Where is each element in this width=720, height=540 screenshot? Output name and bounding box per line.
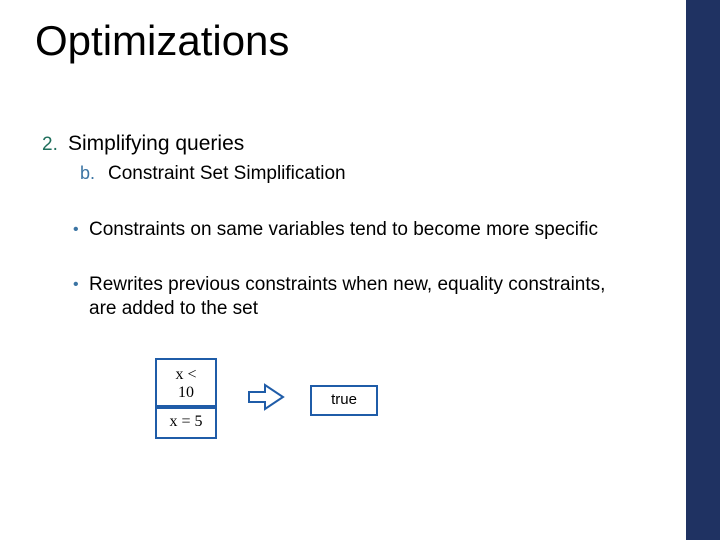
- slide: Optimizations 2. Simplifying queries b. Co…: [0, 0, 720, 540]
- bullet-item-1: •Constraints on same variables tend to b…: [73, 218, 673, 242]
- list-marker-2: 2.: [42, 134, 60, 156]
- list-item-level1: 2. Simplifying queries: [42, 132, 244, 156]
- constraint-box-1: x < 10: [155, 358, 217, 409]
- bullet-text-2: Rewrites previous constraints when new, …: [89, 273, 609, 321]
- bullet-text-1: Constraints on same variables tend to be…: [89, 218, 669, 242]
- list-text-level2: Constraint Set Simplification: [108, 163, 346, 184]
- list-text-level1: Simplifying queries: [68, 132, 244, 155]
- right-sidebar-accent: [686, 0, 720, 540]
- bullet-dot-icon: •: [73, 218, 89, 242]
- arrow-right-icon: [247, 382, 287, 412]
- list-marker-b: b.: [80, 163, 98, 184]
- constraint-box-2: x = 5: [155, 405, 217, 439]
- list-item-level2: b. Constraint Set Simplification: [80, 163, 346, 185]
- page-title: Optimizations: [35, 18, 289, 64]
- bullet-item-2: •Rewrites previous constraints when new,…: [73, 273, 613, 321]
- bullet-dot-icon: •: [73, 273, 89, 297]
- result-box: true: [310, 385, 378, 416]
